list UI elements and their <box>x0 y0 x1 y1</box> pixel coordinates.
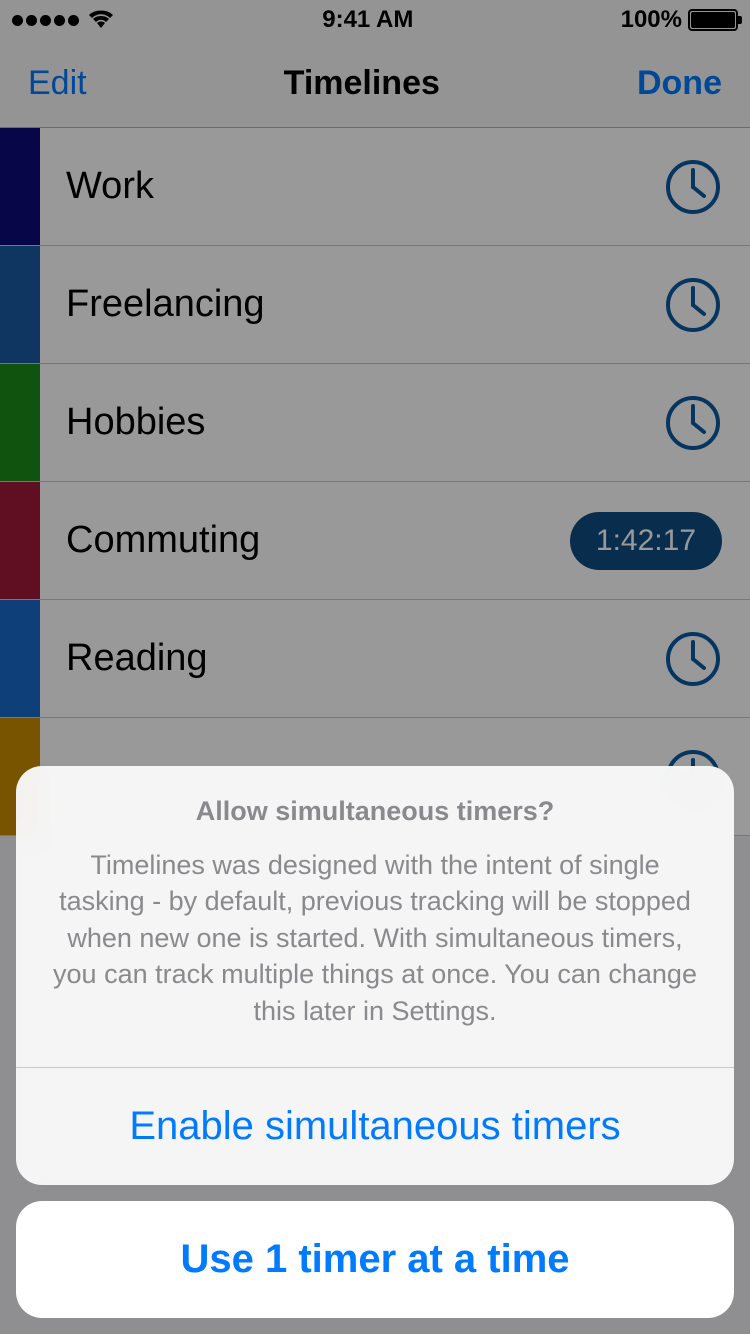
action-sheet-header: Allow simultaneous timers? Timelines was… <box>16 766 734 1067</box>
app-screen: 9:41 AM 100% Edit Timelines Done WorkFre… <box>0 0 750 1334</box>
action-sheet-message: Timelines was designed with the intent o… <box>46 847 704 1029</box>
action-sheet: Allow simultaneous timers? Timelines was… <box>16 766 734 1318</box>
action-sheet-title: Allow simultaneous timers? <box>46 796 704 827</box>
use-one-timer-button[interactable]: Use 1 timer at a time <box>16 1201 734 1318</box>
action-sheet-main: Allow simultaneous timers? Timelines was… <box>16 766 734 1185</box>
enable-simultaneous-button[interactable]: Enable simultaneous timers <box>16 1068 734 1185</box>
